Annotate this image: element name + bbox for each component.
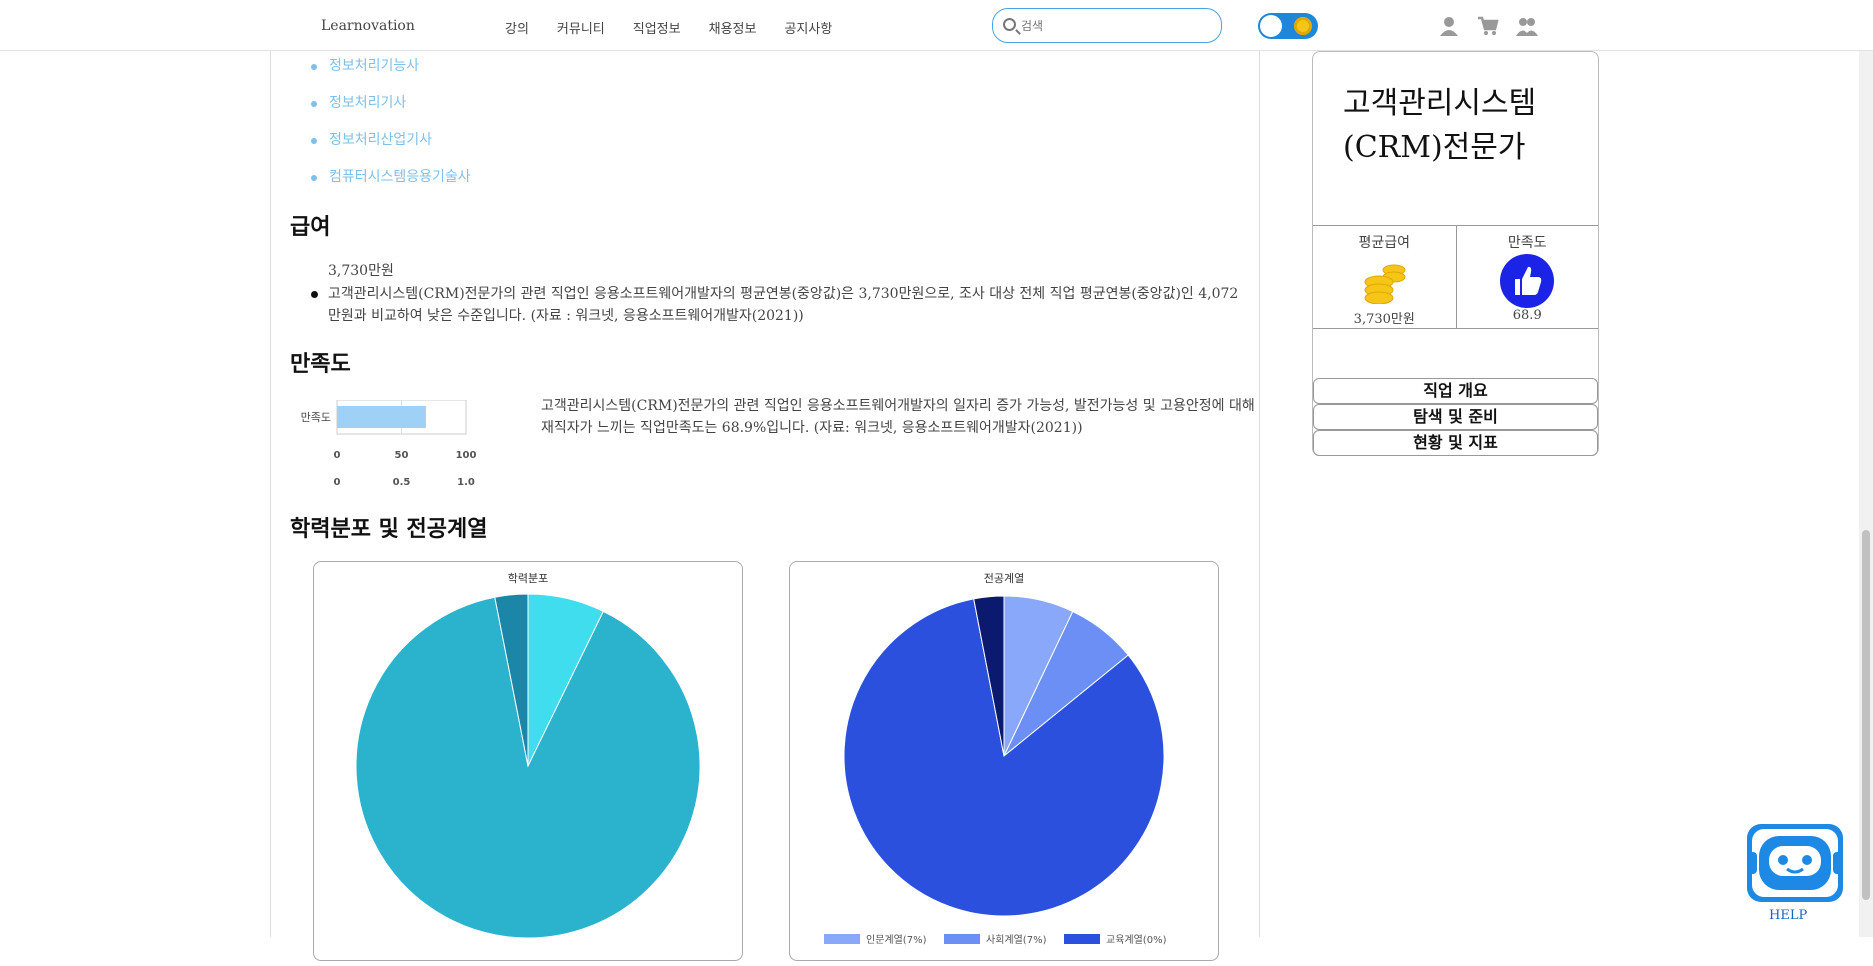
legend-label: 인문계열(7%) (866, 934, 927, 946)
menu-explore-prepare[interactable]: 탐색 및 준비 (1313, 404, 1598, 430)
coin-stack-icon (1364, 264, 1406, 304)
satisfaction-value: 68.9 (1512, 308, 1542, 323)
search-box (992, 8, 1222, 43)
salary-heading: 급여 (290, 215, 331, 240)
x2-tick-label: 0 (334, 477, 341, 488)
x2-tick-label: 0.5 (393, 477, 411, 488)
toggle-knob (1260, 15, 1282, 37)
nav-job-info[interactable]: 직업정보 (633, 18, 681, 37)
cert-link[interactable]: 컴퓨터시스템응용기술사 (309, 162, 471, 199)
job-title: 고객관리시스템(CRM)전문가 (1343, 86, 1537, 165)
major-chart-title: 전공계열 (983, 572, 1025, 585)
legend-swatch (944, 934, 980, 944)
x-tick-label: 100 (456, 450, 477, 461)
legend-swatch (824, 934, 860, 944)
legend-label: 교육계열(0%) (1106, 934, 1167, 946)
education-chart-title: 학력분포 (507, 572, 549, 585)
top-nav-bar: Learnovation 강의 커뮤니티 직업정보 채용정보 공지사항 (0, 0, 1873, 51)
avg-salary-stat: 평균급여 3,730만원 (1313, 226, 1456, 328)
menu-job-overview[interactable]: 직업 개요 (1313, 378, 1598, 404)
satisfaction-stat: 만족도 68.9 (1455, 226, 1599, 328)
user-icon[interactable] (1438, 16, 1460, 36)
major-pie-chart: 인문계열(7%) 사회계열(7%) 교육계열(0%) (824, 595, 1167, 946)
cert-link[interactable]: 정보처리기사 (309, 88, 471, 125)
nav-recruit-info[interactable]: 채용정보 (709, 18, 757, 37)
satisfaction-heading: 만족도 (290, 352, 351, 377)
category-label: 만족도 (301, 411, 331, 424)
avg-salary-label: 평균급여 (1358, 235, 1411, 251)
salary-amount: 3,730만원 (328, 263, 394, 279)
x-tick-label: 50 (395, 450, 409, 461)
thumbs-up-icon (1499, 254, 1554, 308)
job-stats: 평균급여 3,730만원 만족도 68.9 (1313, 225, 1598, 329)
nav-lectures[interactable]: 강의 (505, 18, 529, 37)
theme-toggle[interactable] (1258, 13, 1318, 39)
nav-notice[interactable]: 공지사항 (784, 18, 832, 37)
help-bot-icon[interactable] (1745, 822, 1845, 904)
main-nav: 강의 커뮤니티 직업정보 채용정보 공지사항 (505, 18, 860, 37)
education-heading: 학력분포 및 전공계열 (290, 517, 488, 542)
card-menu: 직업 개요 탐색 및 준비 현황 및 지표 (1313, 378, 1598, 456)
legend-label: 사회계열(7%) (986, 934, 1047, 946)
cert-link[interactable]: 정보처리산업기사 (309, 125, 471, 162)
satisfaction-description: 고객관리시스템(CRM)전문가의 관련 직업인 응용소프트웨어개발자의 일자리 … (541, 398, 1255, 436)
certification-list: 정보처리기능사 정보처리기사 정보처리산업기사 컴퓨터시스템응용기술사 (309, 51, 471, 199)
cert-link[interactable]: 정보처리기능사 (309, 51, 471, 88)
education-chart-panel: 학력분포 (313, 561, 743, 961)
job-detail-content: 정보처리기능사 정보처리기사 정보처리산업기사 컴퓨터시스템응용기술사 급여 3… (270, 51, 1260, 961)
education-pie-chart (355, 593, 701, 939)
avg-salary-value: 3,730만원 (1353, 312, 1415, 327)
help-label[interactable]: HELP (1769, 908, 1807, 923)
salary-description: 고객관리시스템(CRM)전문가의 관련 직업인 응용소프트웨어개발자의 평균연봉… (311, 283, 1248, 327)
bar-satisfaction (337, 406, 426, 428)
x2-tick-label: 1.0 (457, 477, 475, 488)
job-summary-card: 고객관리시스템(CRM)전문가 평균급여 3,730만원 만족도 68.9 직업… (1312, 51, 1599, 456)
menu-status-indicators[interactable]: 현황 및 지표 (1313, 430, 1598, 456)
search-icon (1003, 18, 1016, 31)
sun-icon (1294, 17, 1312, 35)
scrollbar-thumb[interactable] (1862, 530, 1870, 900)
search-input[interactable] (1021, 17, 1211, 35)
cart-icon[interactable] (1477, 16, 1499, 36)
legend-swatch (1064, 934, 1100, 944)
community-icon[interactable] (1516, 16, 1538, 36)
satisfaction-label: 만족도 (1507, 235, 1547, 251)
nav-community[interactable]: 커뮤니티 (557, 18, 605, 37)
site-logo[interactable]: Learnovation (321, 18, 415, 34)
major-chart-panel: 전공계열 인문계열(7%) 사회계열(7%) 교육계열(0%) (789, 561, 1219, 961)
x-tick-label: 0 (334, 450, 341, 461)
